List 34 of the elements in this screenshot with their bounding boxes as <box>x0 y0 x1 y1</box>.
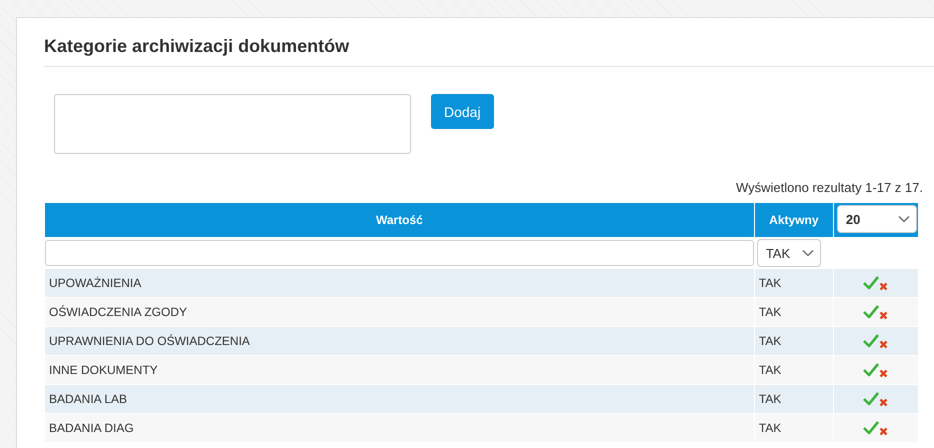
table-cell: TAK <box>754 298 833 326</box>
close-icon[interactable] <box>879 310 888 320</box>
results-count: Wyświetlono rezultaty 1-17 z 17. <box>734 180 923 195</box>
table-cell: TAK <box>754 356 833 384</box>
close-icon[interactable] <box>879 282 888 290</box>
table-cell: TAK <box>754 414 833 442</box>
table-cell: BADANIA LAB <box>45 385 754 413</box>
column-header: Wartość <box>45 203 754 237</box>
check-icon[interactable] <box>863 363 880 377</box>
chevron-down-icon <box>898 215 910 223</box>
table-cell: TAK <box>754 327 833 355</box>
table-cell: BADANIA DIAG <box>45 414 754 442</box>
check-icon[interactable] <box>863 276 880 290</box>
active-filter-select[interactable]: TAK <box>756 239 821 267</box>
text-field[interactable] <box>54 94 411 154</box>
page-size-select[interactable]: 20 <box>836 205 917 233</box>
page-title: Kategorie archiwizacji dokumentów <box>44 36 934 67</box>
close-icon[interactable] <box>879 340 888 348</box>
table-cell: OŚWIADCZENIA ZGODY <box>45 298 754 326</box>
table-cell: UPRAWNIENIA DO OŚWIADCZENIA <box>45 327 754 355</box>
table-cell: UPOWAŻNIENIA <box>45 269 754 297</box>
chevron-down-icon <box>802 249 814 257</box>
check-icon[interactable] <box>863 392 880 406</box>
close-icon[interactable] <box>879 398 888 406</box>
table-cell: TAK <box>754 269 833 297</box>
check-icon[interactable] <box>863 305 880 319</box>
table-cell: INNE DOKUMENTY <box>45 356 754 384</box>
filter-field[interactable] <box>45 240 754 266</box>
close-icon[interactable] <box>879 368 888 378</box>
table-cell: TAK <box>754 385 833 413</box>
column-header: Aktywny <box>754 203 833 237</box>
check-icon[interactable] <box>863 334 880 348</box>
check-icon[interactable] <box>863 421 880 435</box>
close-icon[interactable] <box>879 426 888 436</box>
